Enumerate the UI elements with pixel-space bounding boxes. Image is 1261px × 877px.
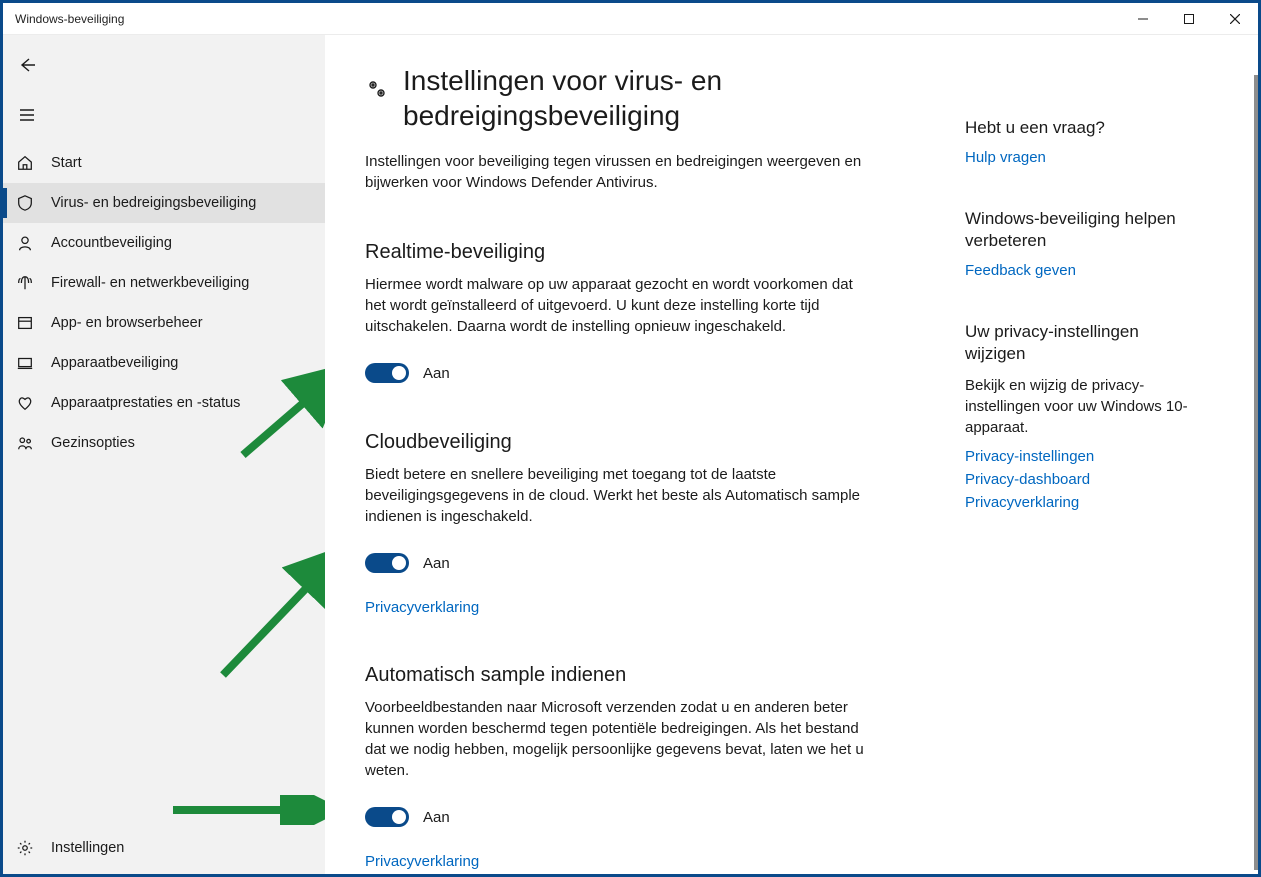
section-auto-sample: Automatisch sample indienen Voorbeeldbes… [365, 664, 885, 870]
sidebar-item-label: Accountbeveiliging [51, 235, 172, 251]
sidebar-item-label: Apparaatprestaties en -status [51, 395, 240, 411]
privacy-link[interactable]: Privacyverklaring [365, 853, 885, 870]
section-body: Voorbeeldbestanden naar Microsoft verzen… [365, 697, 865, 781]
section-heading: Realtime-beveiliging [365, 241, 885, 264]
window-title: Windows-beveiliging [15, 12, 124, 26]
people-icon [15, 434, 35, 452]
sidebar-item-label: Start [51, 155, 82, 171]
sidebar-item-label: Virus- en bedreigingsbeveiliging [51, 195, 256, 211]
page-header: Instellingen voor virus- en bedreigingsb… [365, 63, 885, 133]
feedback-heading: Windows-beveiliging helpen verbeteren [965, 208, 1195, 252]
toggle-row: Aan [365, 553, 885, 573]
home-icon [15, 154, 35, 172]
window-controls [1120, 3, 1258, 34]
section-cloud: Cloudbeveiliging Biedt betere en sneller… [365, 431, 885, 616]
sidebar-settings-label: Instellingen [51, 840, 124, 856]
titlebar: Windows-beveiliging [3, 3, 1258, 35]
privacy-body: Bekijk en wijzig de privacy-instellingen… [965, 375, 1195, 438]
toggle-realtime[interactable] [365, 363, 409, 383]
sidebar-item-label: App- en browserbeheer [51, 315, 203, 331]
toggle-row: Aan [365, 807, 885, 827]
sidebar: Start Virus- en bedreigingsbeveiliging A… [3, 35, 325, 874]
section-heading: Cloudbeveiliging [365, 431, 885, 454]
toggle-row: Aan [365, 363, 885, 383]
person-icon [15, 234, 35, 252]
feedback-section: Windows-beveiliging helpen verbeteren Fe… [965, 208, 1195, 279]
privacy-settings-link[interactable]: Privacy-instellingen [965, 448, 1195, 465]
toggle-state-label: Aan [423, 555, 450, 572]
privacy-link[interactable]: Privacyverklaring [365, 599, 885, 616]
minimize-button[interactable] [1120, 3, 1166, 34]
section-heading: Automatisch sample indienen [365, 664, 885, 687]
maximize-button[interactable] [1166, 3, 1212, 34]
shield-icon [15, 194, 35, 212]
sidebar-item-device-security[interactable]: Apparaatbeveiliging [3, 343, 325, 383]
toggle-state-label: Aan [423, 809, 450, 826]
app-browser-icon [15, 314, 35, 332]
toggle-auto-sample[interactable] [365, 807, 409, 827]
page-description: Instellingen voor beveiliging tegen viru… [365, 151, 865, 193]
sidebar-item-account[interactable]: Accountbeveiliging [3, 223, 325, 263]
feedback-link[interactable]: Feedback geven [965, 262, 1195, 279]
sidebar-item-label: Firewall- en netwerkbeveiliging [51, 275, 249, 291]
nav-list: Start Virus- en bedreigingsbeveiliging A… [3, 143, 325, 822]
heart-icon [15, 394, 35, 412]
help-section: Hebt u een vraag? Hulp vragen [965, 117, 1195, 166]
privacy-heading: Uw privacy-instellingen wijzigen [965, 321, 1195, 365]
section-realtime: Realtime-beveiliging Hiermee wordt malwa… [365, 241, 885, 383]
sidebar-item-label: Apparaatbeveiliging [51, 355, 178, 371]
network-icon [15, 274, 35, 292]
main-area: Instellingen voor virus- en bedreigingsb… [325, 35, 1258, 874]
privacy-dashboard-link[interactable]: Privacy-dashboard [965, 471, 1195, 488]
section-body: Biedt betere en snellere beveiliging met… [365, 464, 865, 527]
sidebar-item-firewall[interactable]: Firewall- en netwerkbeveiliging [3, 263, 325, 303]
privacy-statement-link[interactable]: Privacyverklaring [965, 494, 1195, 511]
sidebar-item-label: Gezinsopties [51, 435, 135, 451]
help-heading: Hebt u een vraag? [965, 117, 1195, 139]
device-icon [15, 354, 35, 372]
sidebar-item-start[interactable]: Start [3, 143, 325, 183]
toggle-cloud[interactable] [365, 553, 409, 573]
right-pane: Hebt u een vraag? Hulp vragen Windows-be… [925, 35, 1225, 874]
close-button[interactable] [1212, 3, 1258, 34]
sidebar-item-family[interactable]: Gezinsopties [3, 423, 325, 463]
sidebar-item-settings[interactable]: Instellingen [3, 822, 325, 874]
gear-icon [15, 839, 35, 857]
sidebar-item-virus-threat[interactable]: Virus- en bedreigingsbeveiliging [3, 183, 325, 223]
toggle-state-label: Aan [423, 365, 450, 382]
settings-gears-icon [365, 63, 389, 104]
sidebar-item-app-browser[interactable]: App- en browserbeheer [3, 303, 325, 343]
content-pane: Instellingen voor virus- en bedreigingsb… [325, 35, 925, 874]
privacy-section: Uw privacy-instellingen wijzigen Bekijk … [965, 321, 1195, 511]
page-title: Instellingen voor virus- en bedreigingsb… [403, 63, 885, 133]
section-body: Hiermee wordt malware op uw apparaat gez… [365, 274, 865, 337]
scrollbar[interactable] [1254, 75, 1258, 870]
hamburger-menu-button[interactable] [3, 93, 51, 137]
app-body: Start Virus- en bedreigingsbeveiliging A… [3, 35, 1258, 874]
sidebar-item-device-health[interactable]: Apparaatprestaties en -status [3, 383, 325, 423]
back-button[interactable] [3, 43, 51, 87]
help-link[interactable]: Hulp vragen [965, 149, 1195, 166]
